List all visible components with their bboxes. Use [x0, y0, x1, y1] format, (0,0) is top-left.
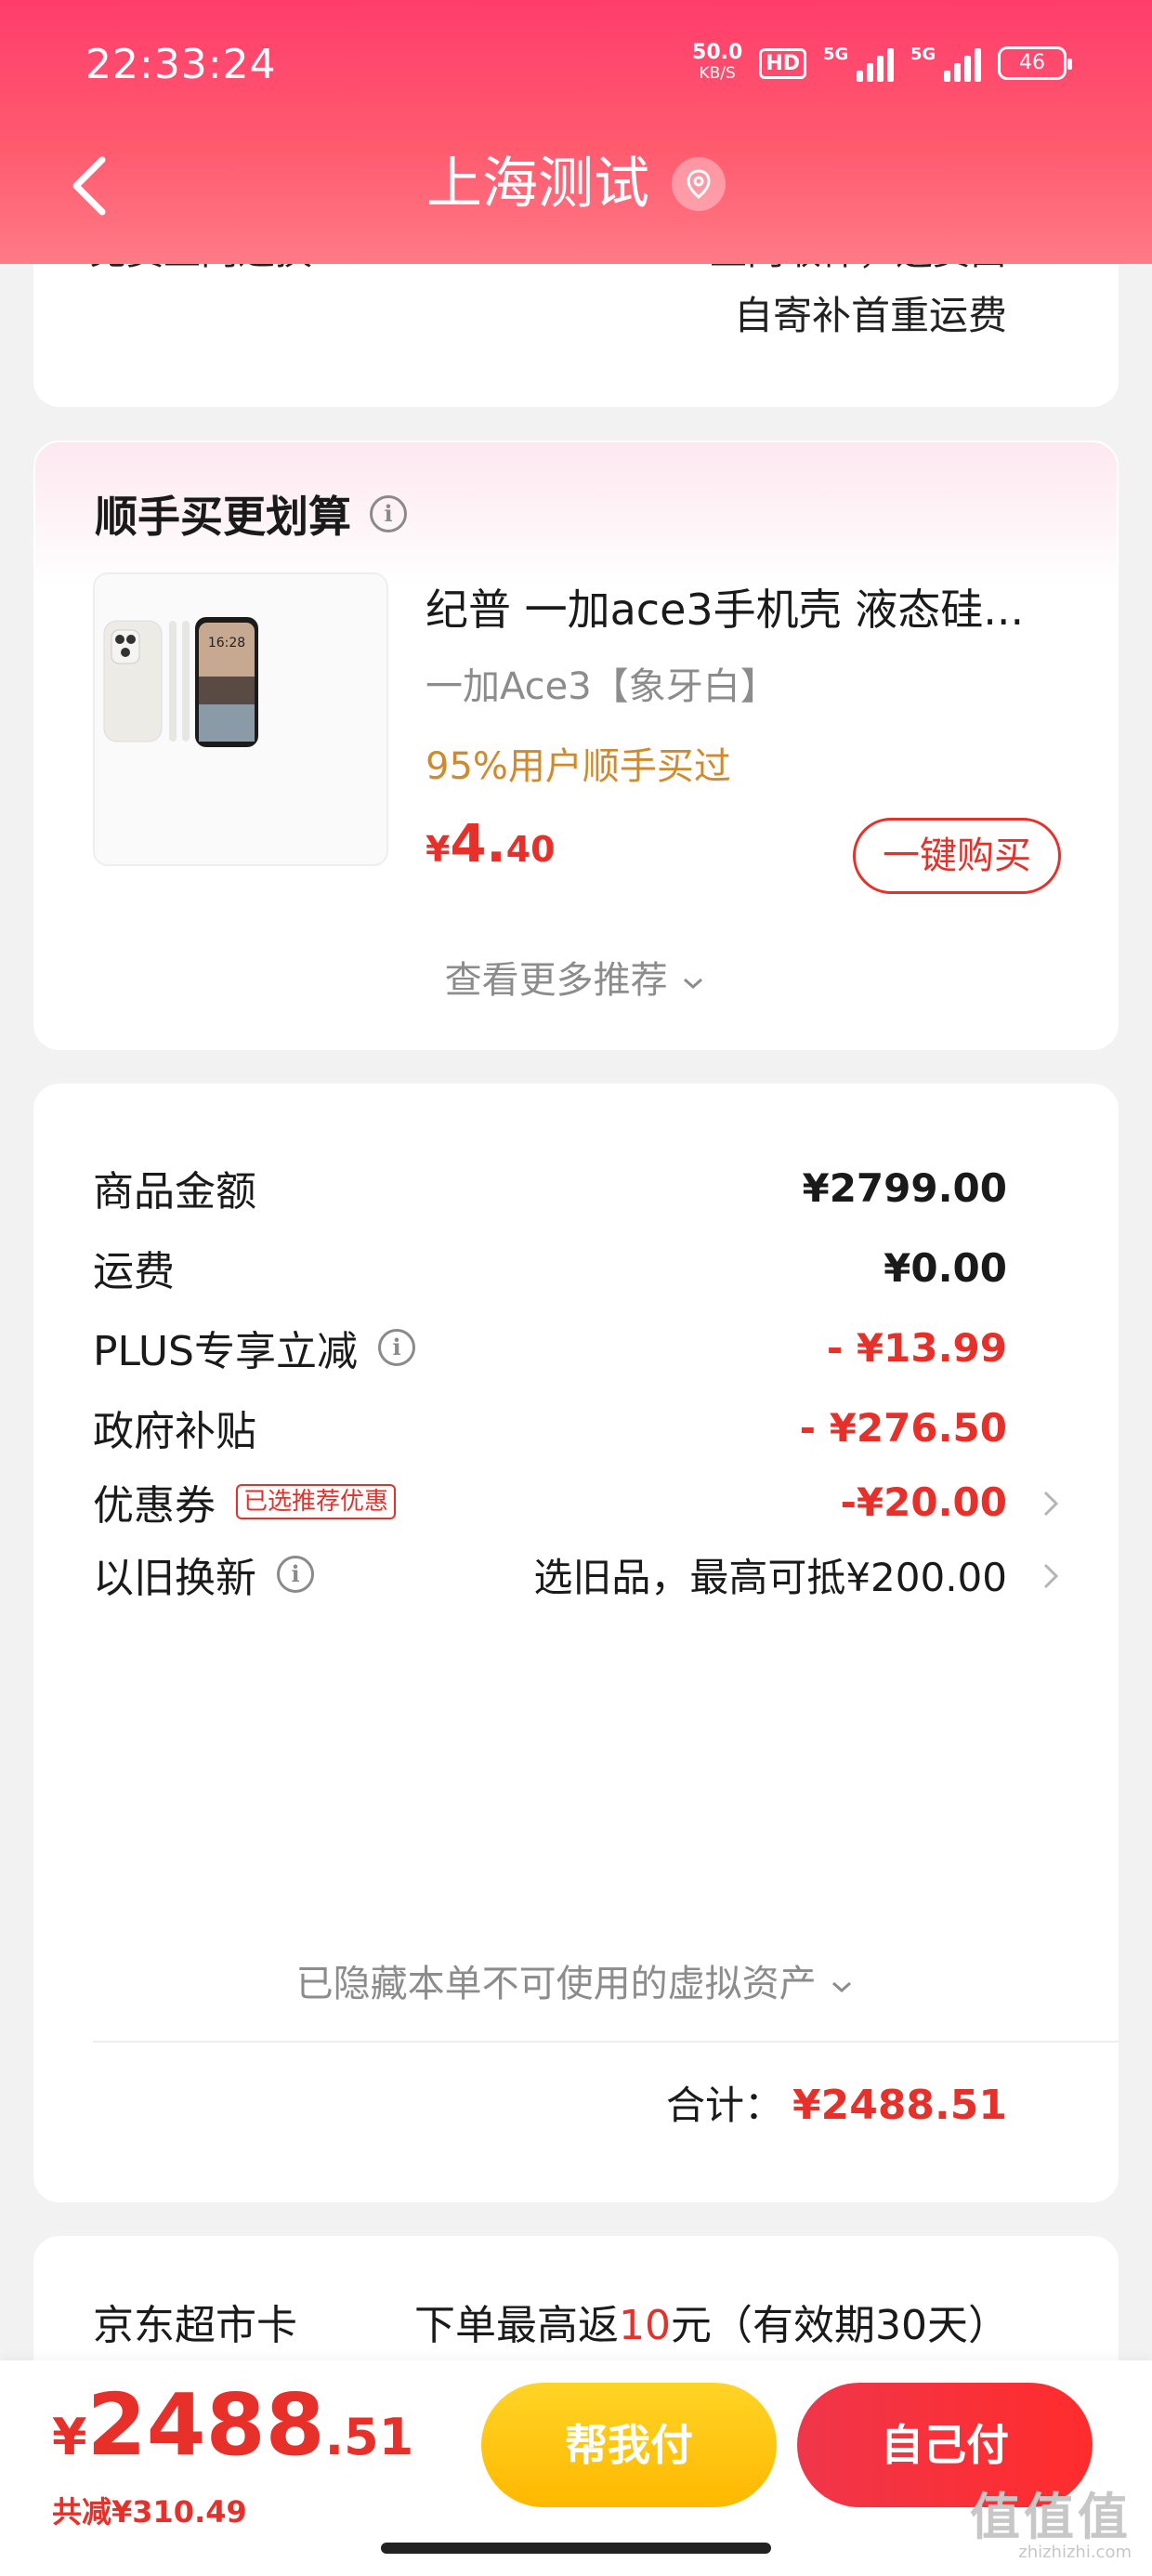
help-me-pay-button[interactable]: 帮我付 — [481, 2383, 777, 2507]
trade-in-value: 选旧品，最高可抵¥200.00 — [533, 1554, 1007, 1600]
chevron-down-icon — [832, 1981, 852, 1993]
price-decimal: 40 — [505, 829, 556, 870]
status-icons: 50.0 KB/S HD 5G 5G 46 — [692, 43, 1072, 84]
payable-amount: ¥2488.51 — [52, 2375, 413, 2475]
page-title: 上海测试 — [426, 151, 649, 217]
summary-row-trade-in[interactable]: 以旧换新 i 选旧品，最高可抵¥200.00 — [93, 1537, 1059, 1611]
addon-price: ¥4.40 — [425, 814, 556, 874]
info-icon[interactable]: i — [277, 1556, 314, 1593]
summary-label: 运费 — [93, 1248, 175, 1295]
supermarket-card-desc: 下单最高返10元（有效期30天） — [414, 2292, 1009, 2351]
summary-value: ¥0.00 — [884, 1244, 1007, 1291]
summary-row-shipping: 运费 ¥0.00 — [93, 1230, 1007, 1305]
signal-label: 5G — [910, 45, 936, 64]
nav-title-wrap: 上海测试 — [0, 147, 1152, 221]
home-indicator[interactable] — [381, 2543, 771, 2554]
status-time: 22:33:24 — [85, 41, 277, 88]
watermark-text: 值值值 — [970, 2488, 1132, 2546]
summary-label: 商品金额 — [93, 1168, 256, 1216]
signal-icon: 5G — [823, 45, 894, 82]
payable-integer: 2488 — [86, 2375, 325, 2475]
more-recommendations-link[interactable]: 查看更多推荐 — [35, 950, 1117, 1004]
total-saved: 共减¥310.49 — [52, 2494, 247, 2530]
coupon-selected-badge: 已选推荐优惠 — [236, 1484, 397, 1519]
summary-label: PLUS专享立减 — [93, 1328, 358, 1375]
addon-social-proof: 95%用户顺手买过 — [425, 745, 731, 788]
payable-decimal: .51 — [324, 2408, 414, 2466]
checkout-bar: ¥2488.51 共减¥310.49 帮我付 自己付 值值值 zhizhizhi… — [0, 2360, 1152, 2576]
summary-row-coupon[interactable]: 优惠券 已选推荐优惠 -¥20.00 — [93, 1465, 1059, 1539]
price-integer: 4. — [450, 814, 506, 874]
chevron-right-icon — [1043, 1491, 1059, 1517]
addon-section-title: 顺手买更划算 i — [95, 483, 407, 545]
order-summary-card: 商品金额 ¥2799.00 运费 ¥0.00 PLUS专享立减 i - ¥13.… — [33, 1084, 1119, 2202]
location-pin-icon[interactable] — [672, 157, 726, 211]
addon-title-text: 顺手买更划算 — [95, 492, 351, 542]
order-total: 合计： ¥2488.51 — [666, 2074, 1007, 2131]
desc-suffix: 元（有效期30天） — [671, 2302, 1009, 2349]
hd-icon: HD — [759, 47, 806, 79]
one-click-buy-button[interactable]: 一键购买 — [853, 818, 1061, 894]
divider — [93, 2041, 1119, 2043]
addon-product-title[interactable]: 纪普 一加ace3手机壳 液态硅... — [425, 576, 1076, 637]
total-label: 合计： — [665, 2083, 783, 2128]
app-header: 22:33:24 50.0 KB/S HD 5G 5G 46 上海测试 — [0, 0, 1152, 264]
chevron-right-icon — [1043, 1563, 1059, 1589]
desc-prefix: 下单最高返 — [414, 2302, 619, 2349]
summary-label: 以旧换新 — [93, 1555, 256, 1602]
desc-amount: 10 — [619, 2302, 671, 2349]
summary-row-plus-discount: PLUS专享立减 i - ¥13.99 — [93, 1310, 1007, 1385]
summary-row-goods-amount: 商品金额 ¥2799.00 — [93, 1150, 1007, 1225]
total-value: ¥2488.51 — [792, 2082, 1007, 2129]
addon-card: 顺手买更划算 i 16:28 纪普 一加ace3手机壳 液态硅... 一加Ace… — [33, 440, 1119, 1050]
info-icon[interactable]: i — [370, 495, 407, 532]
summary-value: - ¥13.99 — [826, 1324, 1007, 1371]
net-speed-value: 50.0 — [692, 41, 743, 64]
summary-value: - ¥276.50 — [799, 1404, 1007, 1451]
signal-icon: 5G — [910, 45, 981, 82]
summary-value: -¥20.00 — [840, 1479, 1007, 1525]
chevron-down-icon — [684, 978, 703, 990]
status-bar: 22:33:24 50.0 KB/S HD 5G 5G 46 — [0, 0, 1152, 130]
more-recommendations-label: 查看更多推荐 — [444, 959, 668, 1002]
nav-bar: 上海测试 — [0, 130, 1152, 264]
product-image[interactable]: 16:28 — [93, 572, 388, 866]
info-icon[interactable]: i — [378, 1329, 415, 1366]
summary-label: 优惠券 — [93, 1482, 216, 1530]
price-currency: ¥ — [425, 829, 451, 870]
summary-value: ¥2799.00 — [802, 1164, 1007, 1211]
summary-label: 政府补贴 — [93, 1408, 256, 1455]
net-speed: 50.0 KB/S — [692, 43, 742, 84]
watermark: 值值值 zhizhizhi.com — [970, 2492, 1132, 2563]
image-time: 16:28 — [208, 636, 245, 651]
addon-product-spec: 一加Ace3【象牙白】 — [425, 665, 778, 708]
hidden-assets-toggle[interactable]: 已隐藏本单不可使用的虚拟资产 — [33, 1953, 1119, 2007]
supermarket-card-label: 京东超市卡 — [93, 2302, 297, 2349]
net-speed-unit: KB/S — [699, 64, 736, 83]
summary-row-gov-subsidy: 政府补贴 - ¥276.50 — [93, 1390, 1007, 1465]
payable-currency: ¥ — [52, 2408, 87, 2466]
shipping-note: 自寄补首重运费 — [733, 293, 1007, 338]
hidden-assets-label: 已隐藏本单不可使用的虚拟资产 — [295, 1963, 817, 2005]
signal-label: 5G — [823, 45, 849, 64]
battery-icon: 46 — [998, 46, 1072, 80]
